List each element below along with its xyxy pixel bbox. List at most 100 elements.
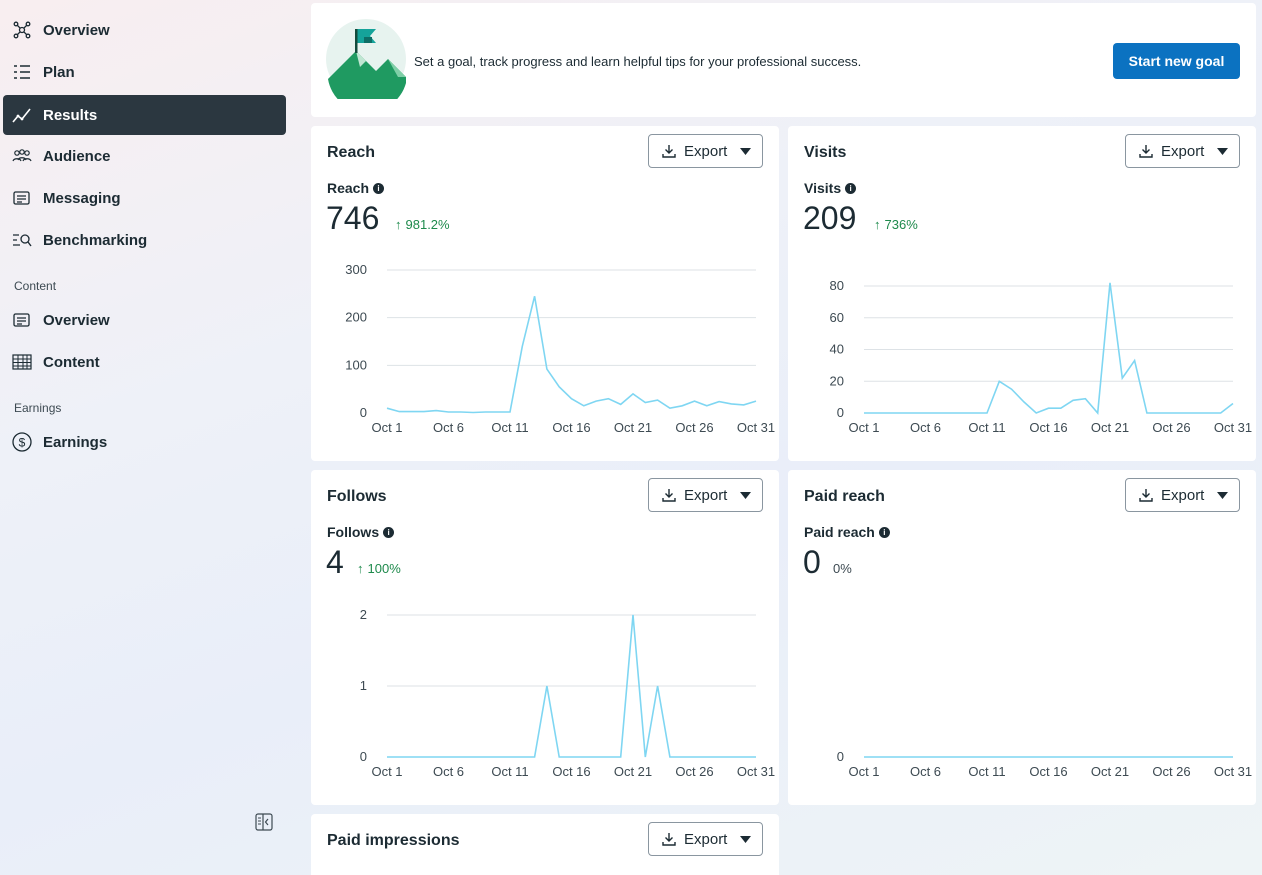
sidebar-item-label: Earnings — [43, 433, 108, 451]
sidebar-item-content[interactable]: Content — [3, 342, 286, 382]
download-icon — [662, 489, 676, 502]
benchmark-icon — [13, 234, 32, 247]
x-tick-label: Oct 6 — [433, 764, 464, 779]
download-icon — [662, 833, 676, 846]
section-heading-content: Content — [14, 279, 57, 293]
x-tick-label: Oct 21 — [614, 764, 652, 779]
goal-description: Set a goal, track progress and learn hel… — [414, 54, 862, 69]
export-button[interactable]: Export — [648, 822, 763, 856]
x-tick-label: Oct 1 — [371, 420, 402, 435]
sidebar-item-results[interactable]: Results — [3, 95, 286, 135]
collapse-sidebar-icon[interactable] — [254, 812, 274, 832]
download-icon — [1139, 145, 1153, 158]
visits-chart: 0 20 40 60 80 Oct 1 Oct 6 Oct 11 Oct 16 Oct 21 Oct… — [830, 278, 1253, 435]
chevron-down-icon — [1217, 148, 1228, 155]
sidebar-item-label: Overview — [43, 21, 110, 39]
sidebar-item-benchmarking[interactable]: Benchmarking — [3, 220, 286, 260]
y-tick-label: 0 — [360, 405, 367, 420]
x-tick-label: Oct 26 — [1152, 764, 1190, 779]
dollar-icon: $ — [12, 432, 32, 452]
export-label: Export — [684, 487, 728, 504]
metric-total: 0 — [803, 544, 821, 580]
export-label: Export — [684, 143, 728, 160]
export-label: Export — [1161, 143, 1205, 160]
x-tick-label: Oct 1 — [848, 764, 879, 779]
metric-change-value: 0% — [833, 561, 852, 576]
x-tick-label: Oct 26 — [1152, 420, 1190, 435]
card-title: Reach — [327, 144, 376, 161]
section-heading-earnings: Earnings — [14, 401, 62, 415]
x-tick-label: Oct 26 — [675, 764, 713, 779]
export-button[interactable]: Export — [1125, 134, 1240, 168]
sidebar-item-audience[interactable]: Audience — [3, 136, 286, 176]
y-tick-label: 100 — [345, 357, 367, 372]
chevron-down-icon — [740, 492, 751, 499]
start-new-goal-button[interactable]: Start new goal — [1113, 43, 1240, 79]
x-tick-label: Oct 21 — [614, 420, 652, 435]
info-icon[interactable]: i — [845, 182, 857, 194]
y-tick-label: 0 — [837, 405, 844, 420]
x-tick-label: Oct 11 — [968, 420, 1005, 435]
x-tick-label: Oct 1 — [371, 764, 402, 779]
export-label: Export — [684, 831, 728, 848]
metric-label: Reach i — [327, 180, 385, 196]
sidebar-item-overview[interactable]: Overview — [3, 10, 286, 50]
y-tick-label: 0 — [837, 749, 844, 764]
metric-change-value: 981.2% — [405, 217, 450, 232]
sidebar-item-content-overview[interactable]: Overview — [3, 300, 286, 340]
info-icon[interactable]: i — [383, 526, 395, 538]
export-button[interactable]: Export — [1125, 478, 1240, 512]
goal-flag-illustration — [326, 19, 406, 99]
x-tick-label: Oct 16 — [552, 764, 590, 779]
y-tick-label: 300 — [345, 262, 367, 277]
y-tick-label: 60 — [830, 310, 844, 325]
x-tick-label: Oct 16 — [1029, 764, 1067, 779]
people-icon — [12, 149, 32, 162]
sidebar-item-messaging[interactable]: Messaging — [3, 178, 286, 218]
follows-chart: 0 1 2 Oct 1 Oct 6 Oct 11 Oct 16 Oct 21 Oct 26 Oct… — [360, 607, 775, 779]
messages-icon — [13, 313, 30, 327]
x-tick-label: Oct 6 — [433, 420, 464, 435]
x-tick-label: Oct 6 — [910, 420, 941, 435]
x-tick-label: Oct 11 — [968, 764, 1005, 779]
y-tick-label: 1 — [360, 678, 367, 693]
metric-label: Follows i — [327, 524, 395, 540]
sidebar-item-plan[interactable]: Plan — [3, 52, 286, 92]
y-tick-label: 80 — [830, 278, 844, 293]
card-title: Paid reach — [804, 488, 885, 505]
metric-change-value: 736% — [884, 217, 918, 232]
export-button[interactable]: Export — [648, 134, 763, 168]
metric-change: ↑ 100% — [357, 561, 401, 576]
info-icon[interactable]: i — [878, 526, 890, 538]
x-tick-label: Oct 11 — [491, 764, 528, 779]
x-tick-label: Oct 16 — [552, 420, 590, 435]
chevron-down-icon — [740, 836, 751, 843]
metric-change: ↑ 736% — [874, 217, 918, 232]
metric-label-text: Paid reach — [804, 524, 875, 540]
reach-chart: 0 100 200 300 Oct 1 Oct 6 Oct 11 Oct 16 Oct 21 Oc… — [345, 262, 775, 435]
sidebar: Overview Plan Results Audience Messaging — [0, 0, 300, 875]
x-tick-label: Oct 11 — [491, 420, 528, 435]
x-tick-label: Oct 16 — [1029, 420, 1067, 435]
x-tick-label: Oct 6 — [910, 764, 941, 779]
paid-impressions-card: Paid impressions Export — [311, 814, 779, 875]
info-icon[interactable]: i — [373, 182, 385, 194]
sidebar-item-label: Messaging — [43, 189, 121, 207]
card-title: Paid impressions — [327, 832, 460, 849]
sidebar-item-earnings[interactable]: $ Earnings — [3, 422, 286, 462]
export-button[interactable]: Export — [648, 478, 763, 512]
arrow-up-icon: ↑ — [395, 217, 402, 232]
metric-label: Visits i — [804, 180, 857, 196]
card-title: Visits — [804, 144, 847, 161]
x-tick-label: Oct 26 — [675, 420, 713, 435]
metric-label-text: Visits — [804, 180, 842, 196]
messages-icon — [13, 191, 30, 205]
x-tick-label: Oct 1 — [848, 420, 879, 435]
chevron-down-icon — [740, 148, 751, 155]
x-tick-label: Oct 21 — [1091, 764, 1129, 779]
metric-label-text: Reach — [327, 180, 370, 196]
sidebar-item-label: Audience — [43, 147, 111, 165]
series-line — [864, 282, 1234, 415]
metric-total: 746 — [326, 200, 380, 236]
network-icon — [13, 21, 31, 39]
